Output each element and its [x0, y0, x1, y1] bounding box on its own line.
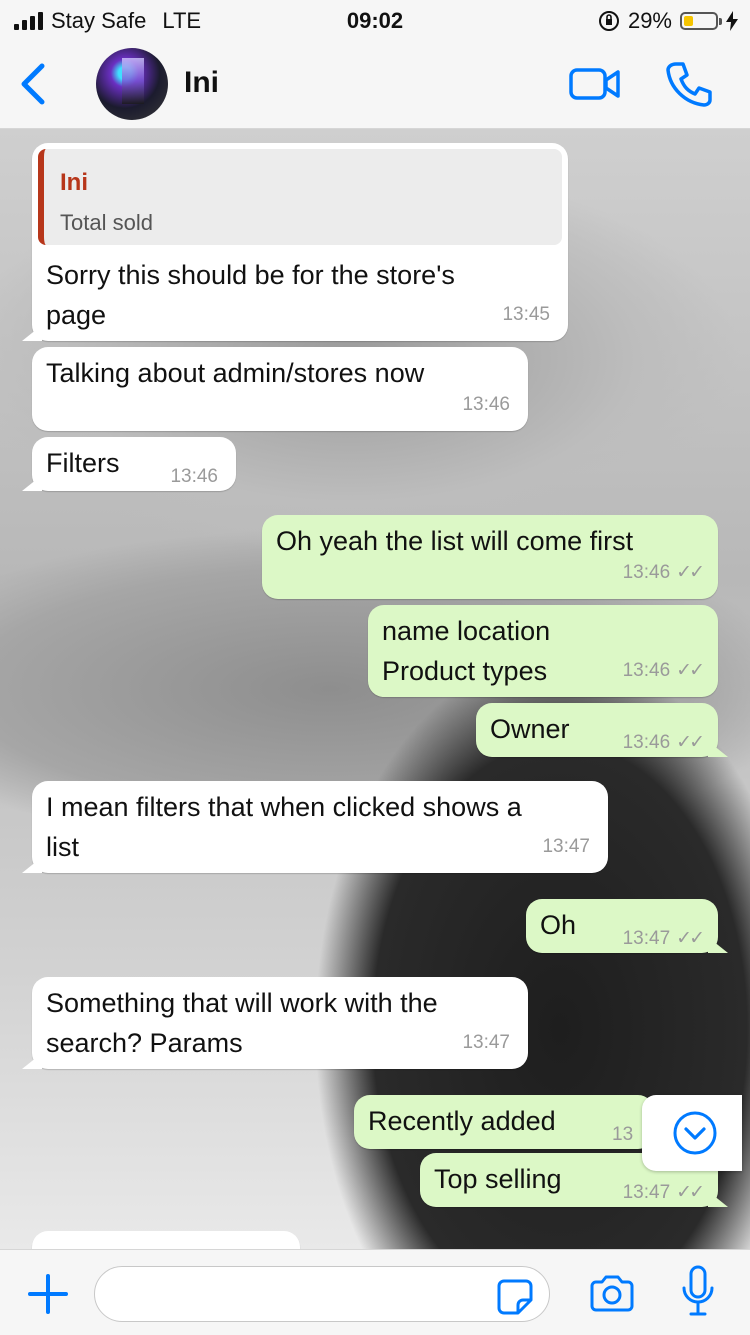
message-text: Talking about admin/stores now	[46, 358, 425, 388]
message-time: 13:46 ✓✓	[622, 660, 705, 681]
orientation-lock-icon	[598, 11, 619, 31]
message-bubble-outgoing[interactable]: Oh yeah the list will come first 13:46 ✓✓	[262, 515, 718, 599]
message-bubble-outgoing[interactable]: Oh 13:47 ✓✓	[526, 899, 718, 953]
message-time: 13:47	[462, 1032, 510, 1053]
message-time: 13:46	[170, 466, 218, 487]
chevron-down-circle-icon	[673, 1111, 717, 1155]
message-bubble-incoming[interactable]: Filters 13:46	[32, 437, 236, 491]
battery-fill	[684, 16, 693, 26]
message-time: 13:47 ✓✓	[622, 1182, 705, 1203]
video-camera-icon[interactable]	[568, 62, 622, 106]
chat-header: Ini	[0, 40, 750, 129]
message-text: I mean filters that when clicked shows a…	[46, 792, 522, 862]
phone-icon[interactable]	[664, 60, 714, 108]
message-bubble-incoming[interactable]: I mean filters that when clicked shows a…	[32, 781, 608, 873]
message-time: 13:46 ✓✓	[622, 562, 705, 583]
message-text: name location Product types	[382, 616, 551, 686]
quoted-sender: Ini	[60, 169, 88, 196]
camera-icon[interactable]	[588, 1274, 636, 1314]
sticker-icon[interactable]	[496, 1278, 534, 1316]
avatar[interactable]	[96, 48, 168, 120]
message-text: Owner	[490, 714, 570, 744]
message-text: Filters	[46, 448, 120, 478]
message-bubble-incoming[interactable]: Ini Total sold Sorry this should be for …	[32, 143, 568, 341]
message-time: 13:45	[502, 304, 550, 325]
contact-name[interactable]: Ini	[184, 66, 219, 100]
message-bubble-outgoing[interactable]: name location Product types 13:46 ✓✓	[368, 605, 718, 697]
battery-icon	[680, 12, 722, 30]
chevron-left-icon[interactable]	[14, 60, 54, 108]
status-right: 29%	[598, 7, 738, 35]
message-bubble-incoming[interactable]: Talking about admin/stores now 13:46	[32, 347, 528, 431]
status-bar: Stay Safe LTE 09:02 29%	[0, 0, 750, 40]
read-ticks-icon: ✓✓	[676, 732, 705, 753]
message-input-bar	[0, 1249, 750, 1335]
read-ticks-icon: ✓✓	[676, 928, 705, 949]
quoted-text: Total sold	[60, 210, 153, 235]
message-text: Something that will work with the search…	[46, 988, 438, 1058]
message-time: 13:46 ✓✓	[622, 732, 705, 753]
message-bubble-outgoing[interactable]: Recently added 13	[354, 1095, 654, 1149]
message-text: Oh	[540, 910, 577, 940]
chat-area[interactable]: Ini Total sold Sorry this should be for …	[0, 129, 750, 1249]
message-time: 13:46	[462, 394, 510, 415]
message-text: Recently added	[368, 1106, 556, 1136]
message-time: 13:47	[542, 836, 590, 857]
message-time: 13:47 ✓✓	[622, 928, 705, 949]
read-ticks-icon: ✓✓	[676, 660, 705, 681]
charging-bolt-icon	[726, 11, 738, 31]
microphone-icon[interactable]	[680, 1264, 716, 1320]
battery-percent: 29%	[627, 8, 672, 33]
read-ticks-icon: ✓✓	[676, 562, 705, 583]
message-input-field[interactable]	[94, 1266, 550, 1322]
message-text: Oh yeah the list will come first	[276, 526, 634, 556]
quoted-reply[interactable]: Ini Total sold	[38, 149, 562, 245]
message-time: 13	[612, 1124, 634, 1145]
message-bubble-incoming-partial[interactable]	[32, 1231, 300, 1249]
message-text: Top selling	[434, 1164, 562, 1194]
message-input[interactable]	[115, 1267, 499, 1321]
read-ticks-icon: ✓✓	[676, 1182, 705, 1203]
message-text: Sorry this should be for the store's pag…	[46, 260, 455, 330]
plus-icon[interactable]	[26, 1272, 70, 1316]
message-bubble-incoming[interactable]: Something that will work with the search…	[32, 977, 528, 1069]
message-bubble-outgoing[interactable]: Owner 13:46 ✓✓	[476, 703, 718, 757]
scroll-to-bottom-button[interactable]	[642, 1095, 742, 1171]
